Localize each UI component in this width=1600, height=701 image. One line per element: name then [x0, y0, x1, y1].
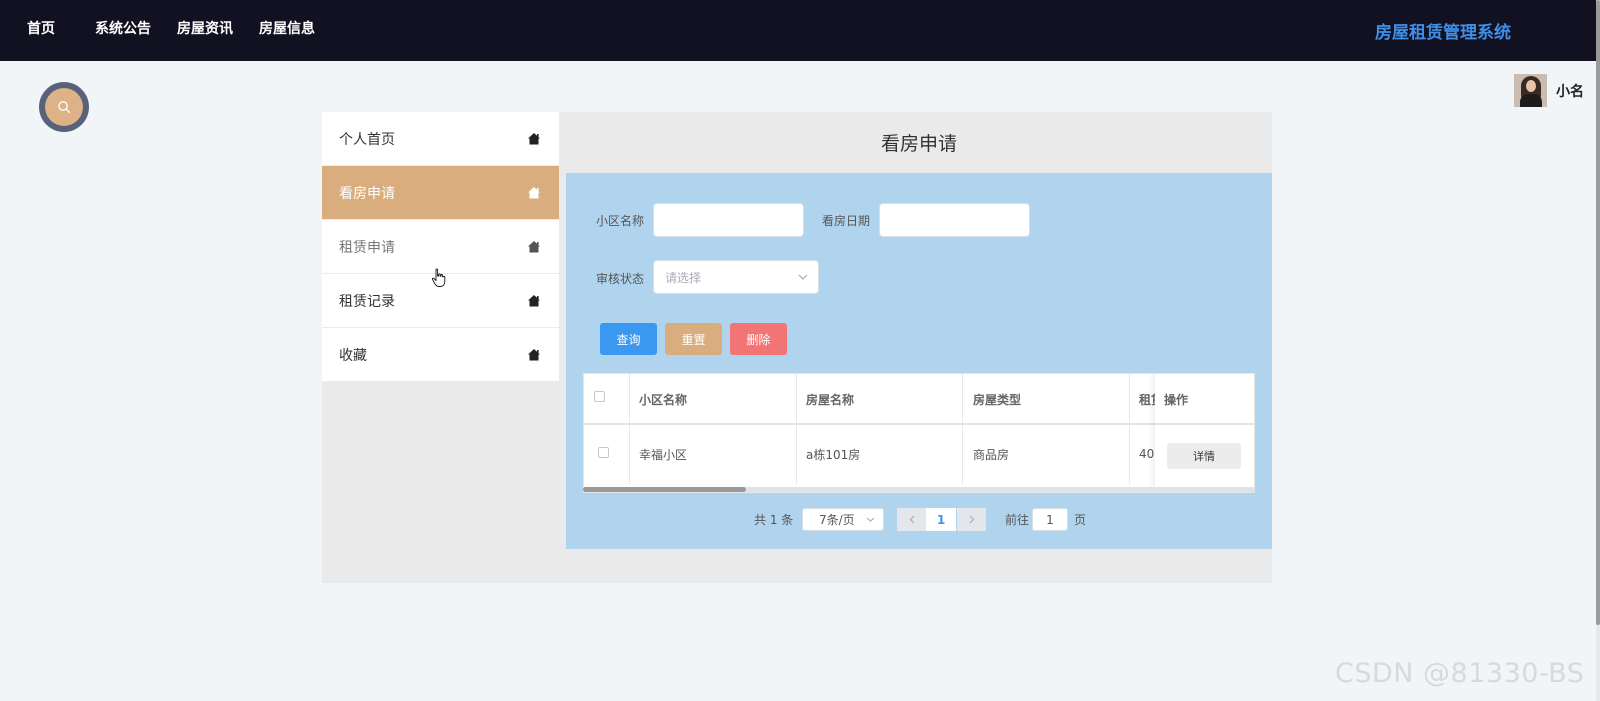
avatar[interactable] — [1514, 74, 1547, 107]
sidebar: 个人首页 看房申请 租赁申请 租赁记录 收藏 — [322, 112, 559, 382]
page-number-current[interactable]: 1 — [926, 508, 956, 531]
chevron-down-icon — [866, 517, 875, 522]
viewing-date-input[interactable] — [879, 203, 1030, 237]
status-label: 审核状态 — [596, 272, 645, 286]
page-title: 看房申请 — [880, 133, 957, 155]
column-header-community: 小区名称 — [639, 392, 688, 407]
home-icon — [528, 240, 540, 252]
column-header-type: 房屋类型 — [973, 392, 1022, 407]
top-navbar: 首页 系统公告 房屋资讯 房屋信息 房屋租赁管理系统 — [0, 0, 1596, 61]
user-menu[interactable]: 小名 — [1514, 74, 1584, 107]
page-size-select[interactable]: 7条/页 — [802, 508, 884, 531]
home-icon — [528, 186, 540, 198]
nav-home[interactable]: 首页 — [27, 18, 55, 38]
delete-button[interactable]: 删除 — [730, 323, 787, 355]
nav-house-info[interactable]: 房屋信息 — [259, 18, 315, 38]
sidebar-item-label: 个人首页 — [339, 131, 395, 148]
pagination-total: 共 1 条 — [754, 513, 794, 527]
hand-cursor-icon — [431, 268, 446, 287]
community-label: 小区名称 — [596, 214, 645, 228]
page-scrollbar-thumb[interactable] — [1596, 0, 1600, 625]
chevron-left-icon — [909, 515, 914, 524]
search-icon — [58, 101, 71, 114]
viewing-date-label: 看房日期 — [822, 214, 871, 228]
cell-type: 商品房 — [973, 447, 1010, 462]
sidebar-item-label: 租赁记录 — [339, 293, 395, 310]
column-header-actions: 操作 — [1164, 392, 1189, 407]
chevron-down-icon — [798, 274, 808, 280]
goto-label: 前往 — [1005, 513, 1030, 527]
select-all-checkbox[interactable] — [594, 391, 605, 402]
query-button[interactable]: 查询 — [600, 323, 657, 355]
home-icon — [528, 348, 540, 360]
sidebar-item-label: 收藏 — [339, 347, 367, 364]
top-nav: 首页 系统公告 房屋资讯 房屋信息 — [27, 18, 341, 38]
home-icon — [528, 132, 540, 144]
column-header-house: 房屋名称 — [806, 392, 855, 407]
sidebar-item-favorites[interactable]: 收藏 — [322, 328, 559, 382]
goto-page-input[interactable]: 1 — [1032, 508, 1068, 531]
status-select[interactable]: 请选择 — [653, 260, 819, 294]
sidebar-item-label: 租赁申请 — [339, 239, 395, 256]
row-checkbox[interactable] — [598, 447, 609, 458]
brand-title: 房屋租赁管理系统 — [1375, 23, 1511, 43]
sidebar-item-viewing-requests[interactable]: 看房申请 — [322, 166, 559, 220]
cell-house: a栋101房 — [806, 447, 861, 462]
username: 小名 — [1556, 83, 1584, 100]
page-suffix: 页 — [1074, 513, 1087, 527]
fixed-actions-column: 操作 详情 — [1155, 374, 1254, 492]
nav-announcements[interactable]: 系统公告 — [95, 18, 151, 38]
status-select-placeholder: 请选择 — [665, 270, 702, 285]
chevron-right-icon — [969, 515, 974, 524]
reset-button[interactable]: 重置 — [665, 323, 722, 355]
next-page-button[interactable] — [957, 508, 986, 531]
prev-page-button[interactable] — [897, 508, 926, 531]
sidebar-item-label: 看房申请 — [339, 185, 395, 202]
cell-community: 幸福小区 — [639, 447, 688, 462]
nav-house-news[interactable]: 房屋资讯 — [177, 18, 233, 38]
search-button[interactable] — [39, 82, 89, 132]
home-icon — [528, 294, 540, 306]
watermark: CSDN @81330-BS — [1335, 658, 1585, 689]
table-scrollbar-thumb[interactable] — [583, 487, 746, 492]
community-input[interactable] — [653, 203, 804, 237]
detail-button[interactable]: 详情 — [1167, 443, 1241, 469]
page-size-value: 7条/页 — [819, 513, 855, 527]
sidebar-item-rental-requests[interactable]: 租赁申请 — [322, 220, 559, 274]
sidebar-item-profile[interactable]: 个人首页 — [322, 112, 559, 166]
cell-rent: 400 — [1139, 447, 1155, 461]
column-header-rent: 租赁 — [1139, 392, 1155, 407]
data-table: 小区名称 房屋名称 房屋类型 租赁 幸福小区 a栋101房 商品房 400 操作… — [583, 373, 1255, 493]
